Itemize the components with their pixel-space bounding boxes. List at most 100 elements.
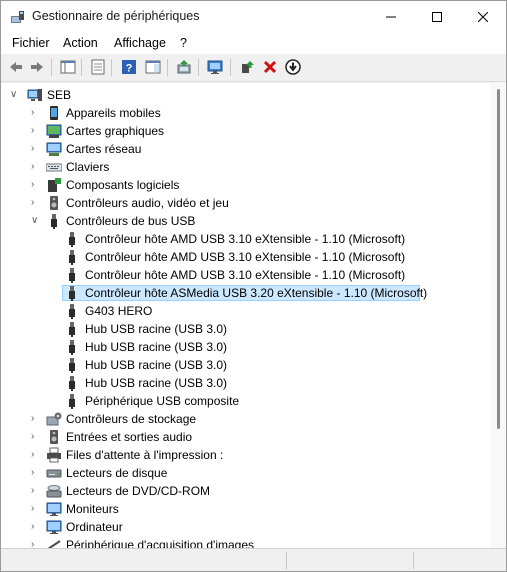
window-title: Gestionnaire de périphériques — [32, 9, 200, 23]
title-bar: Gestionnaire de périphériques — [1, 1, 506, 32]
tree-category-cartes-reseau[interactable]: › Cartes réseau — [1, 140, 471, 158]
category-label: Lecteurs de disque — [66, 466, 168, 480]
expand-chevron-icon[interactable]: › — [31, 431, 41, 443]
svg-text:?: ? — [126, 63, 133, 75]
tree-device-amd-usb-controller-2[interactable]: Contrôleur hôte AMD USB 3.10 eXtensible … — [1, 248, 471, 266]
help-button[interactable]: ? — [120, 58, 138, 76]
update-driver-button[interactable] — [175, 58, 193, 76]
menu-help[interactable]: ? — [180, 36, 187, 50]
scrollbar-thumb[interactable] — [497, 89, 500, 429]
expand-chevron-icon[interactable]: › — [31, 179, 41, 191]
keyboard-icon — [46, 163, 62, 172]
category-label: Moniteurs — [66, 502, 119, 516]
status-separator — [413, 552, 414, 569]
tree-category-entrees-sorties-audio[interactable]: › Entrées et sorties audio — [1, 428, 471, 446]
toolbar-separator — [198, 59, 199, 76]
usb-connector-icon — [69, 286, 75, 301]
help-icon: ? — [122, 60, 136, 75]
expand-chevron-icon[interactable]: › — [31, 521, 41, 533]
expand-chevron-icon[interactable]: › — [31, 125, 41, 137]
tree-category-lecteurs-disque[interactable]: › Lecteurs de disque — [1, 464, 471, 482]
scan-hardware-button[interactable] — [206, 58, 224, 76]
tree-device-hub-usb-racine-2[interactable]: Hub USB racine (USB 3.0) — [1, 338, 471, 356]
expand-chevron-icon[interactable]: › — [31, 485, 41, 497]
uninstall-device-button[interactable] — [261, 58, 279, 76]
minimize-button[interactable] — [368, 1, 414, 32]
category-label: Périphérique d'acquisition d'images — [66, 538, 255, 548]
device-label: Contrôleur hôte AMD USB 3.10 eXtensible … — [85, 232, 406, 246]
maximize-button[interactable] — [414, 1, 460, 32]
tree-category-controleurs-stockage[interactable]: › Contrôleurs de stockage — [1, 410, 471, 428]
tree-device-amd-usb-controller-1[interactable]: Contrôleur hôte AMD USB 3.10 eXtensible … — [1, 230, 471, 248]
back-button[interactable] — [7, 58, 25, 76]
category-label: Entrées et sorties audio — [66, 430, 193, 444]
expand-chevron-icon[interactable]: › — [31, 197, 41, 209]
category-label: Contrôleurs de bus USB — [66, 214, 196, 228]
disable-device-button[interactable] — [284, 58, 302, 76]
menu-fichier[interactable]: Fichier — [12, 36, 50, 50]
tree-device-asmedia-usb-controller-selected[interactable]: Contrôleur hôte ASMedia USB 3.20 eXtensi… — [1, 284, 471, 302]
tree-category-composants-logiciels[interactable]: › Composants logiciels — [1, 176, 471, 194]
expand-chevron-icon[interactable]: › — [31, 107, 41, 119]
properties-button[interactable] — [89, 58, 107, 76]
toolbar: ? — [1, 54, 506, 82]
expand-chevron-icon[interactable]: › — [31, 161, 41, 173]
dvd-drive-icon — [46, 485, 62, 498]
tree-category-controleurs-usb[interactable]: ∨ Contrôleurs de bus USB — [1, 212, 471, 230]
menu-affichage[interactable]: Affichage — [114, 36, 166, 50]
download-circle-icon — [285, 59, 301, 75]
collapse-chevron-icon[interactable]: ∨ — [10, 89, 20, 101]
tree-category-ordinateur[interactable]: › Ordinateur — [1, 518, 471, 536]
category-label: Cartes graphiques — [66, 124, 165, 138]
network-adapter-icon — [46, 142, 62, 156]
device-label: Hub USB racine (USB 3.0) — [85, 358, 228, 372]
usb-connector-icon — [69, 250, 75, 265]
tree-category-appareils-mobiles[interactable]: › Appareils mobiles — [1, 104, 471, 122]
show-hide-console-tree-button[interactable] — [59, 58, 77, 76]
enable-device-button[interactable] — [238, 58, 256, 76]
tree-category-cartes-graphiques[interactable]: › Cartes graphiques — [1, 122, 471, 140]
toolbar-separator — [230, 59, 231, 76]
close-button[interactable] — [460, 1, 506, 32]
forward-button[interactable] — [28, 58, 46, 76]
device-label: Contrôleur hôte AMD USB 3.10 eXtensible … — [85, 250, 406, 264]
tree-category-files-attente-impression[interactable]: › Files d'attente à l'impression : — [1, 446, 471, 464]
printer-icon — [47, 447, 61, 463]
category-label: Contrôleurs de stockage — [66, 412, 197, 426]
disk-drive-icon — [46, 469, 62, 478]
device-label: G403 HERO — [85, 304, 153, 318]
back-arrow-icon — [10, 62, 22, 72]
expand-chevron-icon[interactable]: › — [31, 503, 41, 515]
computer-icon — [27, 89, 42, 101]
tree-category-peripherique-acquisition-images[interactable]: › Périphérique d'acquisition d'images — [1, 536, 471, 548]
tree-category-claviers[interactable]: › Claviers — [1, 158, 471, 176]
device-tree[interactable]: ∨ SEB › Appareils mobiles › Cartes graph… — [1, 83, 491, 548]
tree-device-hub-usb-racine-4[interactable]: Hub USB racine (USB 3.0) — [1, 374, 471, 392]
enable-device-icon — [242, 61, 254, 73]
tree-device-hub-usb-racine-3[interactable]: Hub USB racine (USB 3.0) — [1, 356, 471, 374]
collapse-chevron-icon[interactable]: ∨ — [31, 215, 41, 227]
category-label: Composants logiciels — [66, 178, 180, 192]
expand-chevron-icon[interactable]: › — [31, 143, 41, 155]
expand-chevron-icon[interactable]: › — [31, 449, 41, 461]
menu-action[interactable]: Action — [63, 36, 98, 50]
category-label: Ordinateur — [66, 520, 123, 534]
menu-bar: Fichier Action Affichage ? — [1, 32, 506, 54]
tree-device-amd-usb-controller-3[interactable]: Contrôleur hôte AMD USB 3.10 eXtensible … — [1, 266, 471, 284]
tree-category-moniteurs[interactable]: › Moniteurs — [1, 500, 471, 518]
monitor-scan-icon — [207, 60, 223, 74]
tree-device-hub-usb-racine-1[interactable]: Hub USB racine (USB 3.0) — [1, 320, 471, 338]
expand-chevron-icon[interactable]: › — [31, 467, 41, 479]
tree-category-controleurs-audio[interactable]: › Contrôleurs audio, vidéo et jeu — [1, 194, 471, 212]
monitor-icon — [46, 502, 62, 516]
tree-device-g403-hero[interactable]: G403 HERO — [1, 302, 471, 320]
expand-chevron-icon[interactable]: › — [31, 539, 41, 548]
action-pane-button[interactable] — [144, 58, 162, 76]
usb-connector-icon — [69, 322, 75, 337]
expand-chevron-icon[interactable]: › — [31, 413, 41, 425]
tree-root-seb[interactable]: ∨ SEB — [1, 86, 471, 104]
tree-category-lecteurs-dvd[interactable]: › Lecteurs de DVD/CD-ROM — [1, 482, 471, 500]
vertical-scrollbar[interactable] — [491, 83, 506, 548]
tree-device-peripherique-usb-composite[interactable]: Périphérique USB composite — [1, 392, 471, 410]
usb-connector-icon — [69, 340, 75, 355]
